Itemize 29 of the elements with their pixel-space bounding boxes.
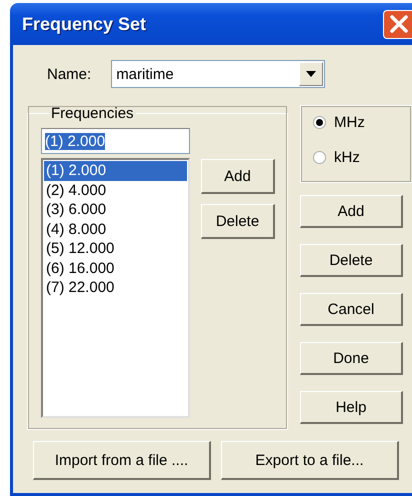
import-button[interactable]: Import from a file ....	[33, 441, 211, 480]
list-item[interactable]: (2) 4.000	[44, 180, 187, 200]
list-item[interactable]: (3) 6.000	[44, 200, 187, 220]
radio-label: kHz	[334, 149, 360, 166]
name-dropdown[interactable]: maritime	[111, 60, 326, 88]
dialog-button[interactable]: Add	[300, 195, 403, 228]
delete-button[interactable]: Delete	[201, 204, 275, 239]
radio-label: MHz	[334, 114, 365, 131]
add-button[interactable]: Add	[201, 159, 275, 194]
name-label: Name:	[47, 66, 92, 82]
dialog-button[interactable]: Delete	[300, 244, 403, 277]
export-button[interactable]: Export to a file...	[221, 441, 399, 480]
group-title: Frequencies	[50, 105, 135, 122]
radio-button[interactable]	[313, 151, 326, 164]
list-item[interactable]: (7) 22.000	[44, 278, 187, 298]
dialog-button[interactable]: Help	[300, 391, 403, 424]
close-icon	[389, 14, 409, 34]
caret-icon	[306, 71, 316, 77]
close-button[interactable]	[383, 10, 412, 38]
window-title: Frequency Set	[22, 14, 146, 34]
list-item[interactable]: (4) 8.000	[44, 220, 187, 239]
list-item[interactable]: (6) 16.000	[44, 258, 187, 278]
list-item[interactable]: (5) 12.000	[44, 239, 187, 258]
frequency-field[interactable]: (1) 2.000	[41, 128, 190, 154]
list-item[interactable]: (1) 2.000	[44, 161, 187, 180]
radio-button[interactable]	[313, 116, 326, 129]
frequency-list[interactable]: (1) 2.000 (2) 4.000 (3) 6.000 (4) 8.000 (5) 12.000 (6) 16.000 (7) 22.000	[41, 158, 190, 418]
dialog-button[interactable]: Done	[300, 342, 403, 375]
dialog-button[interactable]: Cancel	[300, 293, 403, 326]
